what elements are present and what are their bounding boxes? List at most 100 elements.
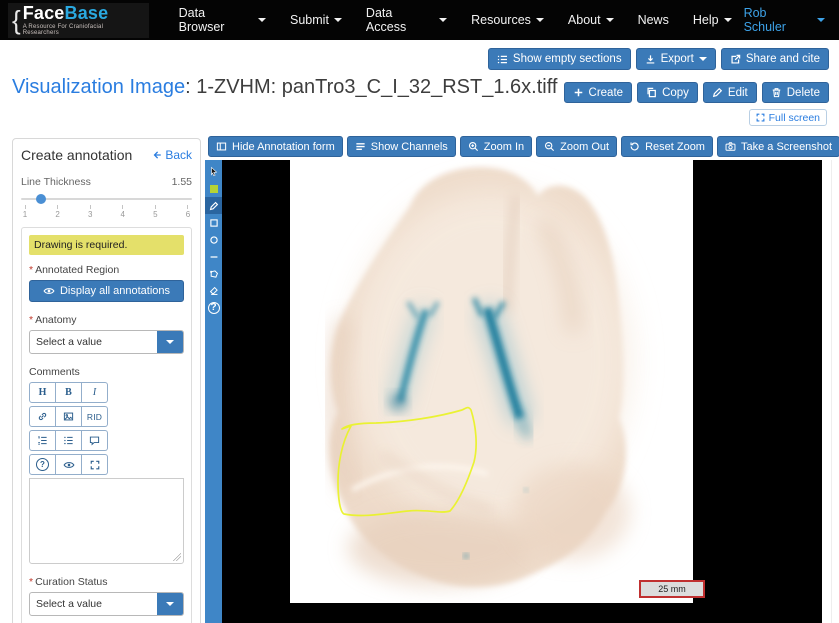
export-button[interactable]: Export [636,48,716,70]
take-screenshot-button[interactable]: Take a Screenshot [717,136,839,157]
brand-tagline: A Resource For Craniofacial Researchers [23,24,141,36]
pointer-tool[interactable] [205,163,222,180]
link-icon [37,411,48,422]
nav-data-access[interactable]: Data Access [354,6,459,34]
brace-glyph: { [12,7,21,33]
line-thickness-slider[interactable] [21,194,192,204]
facebase-logo[interactable]: { FaceBase A Resource For Craniofacial R… [8,3,149,38]
scale-bar: 25 mm [639,580,705,598]
nav-resources[interactable]: Resources [459,13,556,27]
preview-button[interactable] [56,454,82,475]
pencil-icon [209,201,219,211]
nav-submit[interactable]: Submit [278,13,354,27]
viewer-scrollbar-area[interactable] [822,160,839,623]
color-swatch [210,185,218,193]
comments-label: Comments [29,366,184,378]
comments-textarea[interactable] [29,478,184,564]
full-screen-button[interactable]: Full screen [749,109,827,126]
annotated-region-label: *Annotated Region [29,264,184,276]
create-button[interactable]: Create [564,82,633,103]
pencil-tool[interactable] [205,197,222,214]
caret-down-icon [606,18,614,22]
list-icon [497,54,508,65]
slider-ticks: 1 2 3 4 5 6 [21,205,192,219]
display-all-annotations-button[interactable]: Display all annotations [29,280,184,302]
camera-icon [725,141,736,152]
annotation-form: Drawing is required. *Annotated Region D… [21,227,192,623]
line-tool[interactable] [205,248,222,265]
question-circle-icon: ? [36,458,49,471]
copy-button[interactable]: Copy [637,82,698,103]
color-swatch-tool[interactable] [205,180,222,197]
chevron-down-icon[interactable] [157,593,183,615]
help-button[interactable]: ? [29,454,56,475]
show-channels-button[interactable]: Show Channels [347,136,456,157]
user-menu[interactable]: Rob Schuler [744,6,825,34]
show-empty-sections-button[interactable]: Show empty sections [488,48,631,70]
expand-icon [756,113,765,122]
title-entity-link[interactable]: Visualization Image [12,76,185,98]
circle-tool[interactable] [205,231,222,248]
edit-button[interactable]: Edit [703,82,757,103]
arrow-left-icon [152,150,162,160]
nav-about[interactable]: About [556,13,626,27]
rid-button[interactable]: RID [82,406,108,427]
specimen-image[interactable]: 25 mm [290,160,693,603]
sidebar-icon [216,141,227,152]
unordered-list-button[interactable] [56,430,82,451]
caret-down-icon [439,18,447,22]
curation-status-label: *Curation Status [29,576,184,588]
caret-down-icon [817,18,825,22]
share-icon [730,54,741,65]
eye-icon [63,459,75,471]
eraser-tool[interactable] [205,282,222,299]
required-marker: * [29,264,33,276]
image-button[interactable] [56,406,82,427]
pencil-icon [712,87,723,98]
resize-grip[interactable] [173,553,181,561]
line-icon [209,252,219,262]
slider-handle[interactable] [36,194,46,204]
italic-button[interactable]: I [82,382,108,403]
fullscreen-editor-button[interactable] [82,454,108,475]
nav-help[interactable]: Help [681,13,744,27]
entity-actions: Create Copy Edit Delete [564,82,829,103]
reset-zoom-button[interactable]: Reset Zoom [621,136,713,157]
ordered-list-button[interactable] [29,430,56,451]
list-ol-icon [37,435,48,446]
caret-down-icon [334,18,342,22]
link-button[interactable] [29,406,56,427]
back-link[interactable]: Back [152,148,192,162]
curation-status-select[interactable]: Select a value [29,592,184,616]
delete-button[interactable]: Delete [762,82,829,103]
chevron-down-icon[interactable] [157,331,183,353]
nav-menu: Data Browser Submit Data Access Resource… [167,6,744,34]
share-and-cite-button[interactable]: Share and cite [721,48,829,70]
eye-icon [43,285,55,297]
specimen-graphic [290,160,693,603]
drawing-required-warning: Drawing is required. [29,235,184,255]
title-record-name: : 1-ZVHM: panTro3_C_I_32_RST_1.6x.tiff [185,76,557,98]
record-actions: Show empty sections Export Share and cit… [488,48,829,70]
heading-button[interactable]: H [29,382,56,403]
annotation-workspace: Create annotation Back Line Thickness 1.… [0,130,839,623]
zoom-in-button[interactable]: Zoom In [460,136,532,157]
hide-annotation-form-button[interactable]: Hide Annotation form [208,136,343,157]
help-tool[interactable]: ? [205,299,222,316]
zoom-in-icon [468,141,479,152]
quote-button[interactable] [82,430,108,451]
image-icon [63,411,74,422]
page-title: Visualization Image: 1-ZVHM: panTro3_C_I… [12,76,557,99]
panel-title: Create annotation [21,147,132,163]
anatomy-select-value: Select a value [30,331,157,353]
polygon-tool[interactable] [205,265,222,282]
rectangle-tool[interactable] [205,214,222,231]
nav-news[interactable]: News [626,13,681,27]
comment-icon [89,435,100,446]
bold-button[interactable]: B [56,382,82,403]
channels-icon [355,141,366,152]
zoom-out-button[interactable]: Zoom Out [536,136,617,157]
anatomy-select[interactable]: Select a value [29,330,184,354]
nav-data-browser[interactable]: Data Browser [167,6,278,34]
cursor-icon [209,166,219,177]
